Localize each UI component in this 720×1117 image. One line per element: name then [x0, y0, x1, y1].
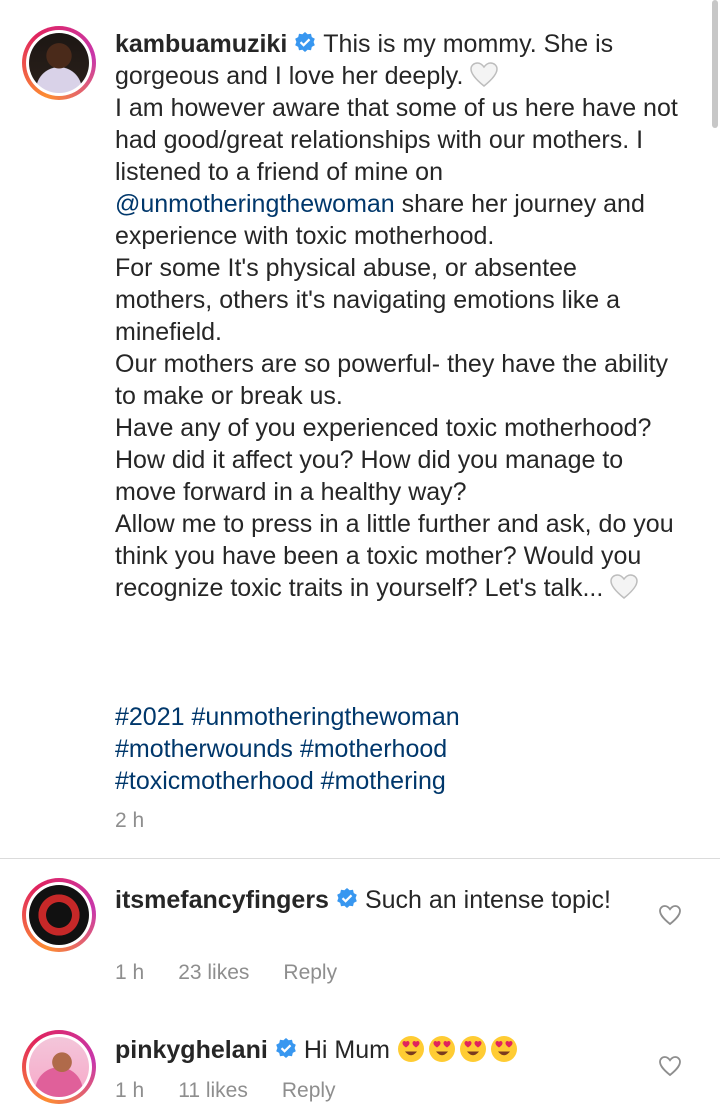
- reply-button[interactable]: Reply: [282, 1079, 336, 1102]
- comment-1-time: 1 h: [115, 961, 145, 984]
- hashtag-line-2[interactable]: #motherwounds #motherhood: [115, 735, 447, 763]
- verified-badge-icon: [295, 32, 316, 52]
- comment-1-text: itsmefancyfingers Such an intense topic!: [115, 884, 630, 916]
- comment-2-text: pinkyghelani Hi Mum: [115, 1034, 630, 1066]
- comment-1-meta: 1 h 23 likes Reply: [115, 961, 371, 985]
- hashtag-line-1[interactable]: #2021 #unmotheringthewoman: [115, 703, 460, 731]
- caption-para5: Have any of you experienced toxic mother…: [115, 414, 652, 506]
- like-heart-icon[interactable]: [658, 1054, 682, 1078]
- heart-eyes-emoji-icon: [459, 1036, 486, 1062]
- caption-para4: Our mothers are so powerful- they have t…: [115, 350, 669, 410]
- avatar-image: [29, 33, 89, 93]
- caption-username[interactable]: kambuamuziki: [115, 30, 287, 58]
- heart-eyes-emoji-group: [397, 1036, 521, 1064]
- heart-eyes-emoji-icon: [428, 1036, 455, 1062]
- reply-button[interactable]: Reply: [283, 961, 337, 984]
- caption-time: 2 h: [115, 809, 145, 832]
- comment-2-likes[interactable]: 11 likes: [178, 1079, 248, 1102]
- verified-badge-icon: [337, 888, 357, 908]
- caption-text: kambuamuziki This is my mommy. She is gor…: [115, 28, 680, 604]
- heart-eyes-emoji-icon: [397, 1036, 424, 1062]
- comment-2-meta: 1 h 11 likes Reply: [115, 1079, 370, 1103]
- comment-1-body: Such an intense topic!: [364, 886, 611, 914]
- comment-2-time: 1 h: [115, 1079, 145, 1102]
- like-heart-icon[interactable]: [658, 903, 682, 927]
- comment-2-body: Hi Mum: [303, 1036, 390, 1064]
- white-heart-emoji-icon: [610, 574, 639, 599]
- avatar-image: [29, 885, 89, 945]
- hashtag-line-3[interactable]: #toxicmotherhood #mothering: [115, 767, 446, 795]
- scrollbar[interactable]: [712, 0, 718, 128]
- verified-badge-icon: [276, 1038, 296, 1058]
- comment-1-username[interactable]: itsmefancyfingers: [115, 886, 329, 914]
- caption-para3: For some It's physical abuse, or absente…: [115, 254, 621, 346]
- caption-para2-start: I am however aware that some of us here …: [115, 94, 678, 186]
- heart-eyes-emoji-icon: [490, 1036, 517, 1062]
- caption-para6: Allow me to press in a little further an…: [115, 510, 674, 602]
- comment-2-username[interactable]: pinkyghelani: [115, 1036, 268, 1064]
- avatar-image: [29, 1037, 89, 1097]
- comment-1-likes[interactable]: 23 likes: [178, 961, 249, 984]
- avatar-pinkyghelani[interactable]: [22, 1030, 96, 1104]
- divider: [0, 858, 720, 859]
- avatar-itsmefancyfingers[interactable]: [22, 878, 96, 952]
- caption-meta: 2 h: [115, 809, 178, 833]
- avatar-kambuamuziki[interactable]: [22, 26, 96, 100]
- mention-link[interactable]: @unmotheringthewoman: [115, 190, 395, 218]
- white-heart-emoji-icon: [470, 62, 499, 87]
- hashtags: #2021 #unmotheringthewoman #motherwounds…: [115, 701, 680, 797]
